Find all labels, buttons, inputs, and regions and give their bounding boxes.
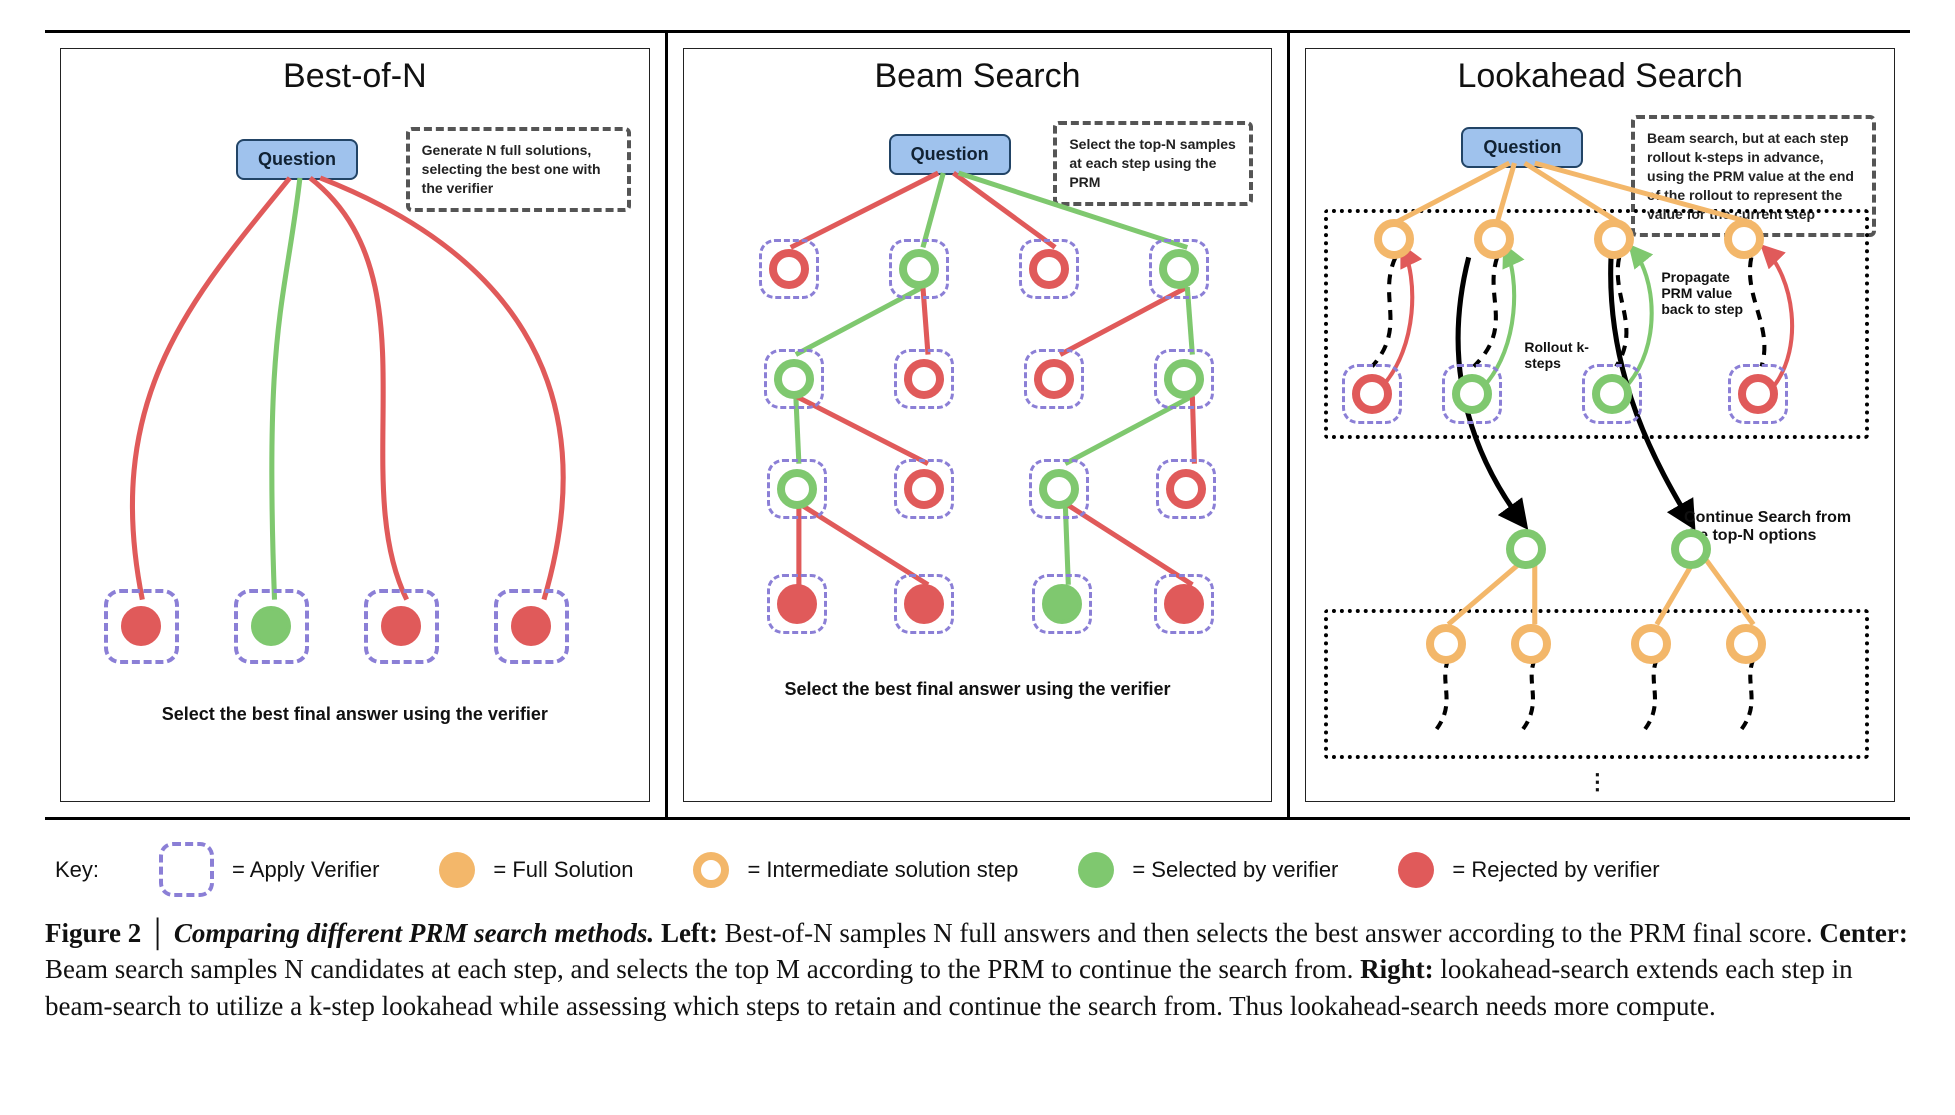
question-box: Question <box>1461 127 1583 168</box>
step-rejected-icon <box>1034 359 1074 399</box>
lookahead-panel: Lookahead Search Question Beam search, b… <box>1287 33 1910 817</box>
ellipsis: ⋮ <box>1586 769 1608 795</box>
step-rejected-icon <box>1166 469 1206 509</box>
rejected-icon <box>1398 852 1434 888</box>
beam-search-panel: Beam Search Question Select the top-N sa… <box>665 33 1288 817</box>
step-selected-icon <box>899 249 939 289</box>
best-of-n-title: Best-of-N <box>61 57 649 96</box>
center-label: Center: <box>1819 918 1907 948</box>
question-box: Question <box>889 134 1011 175</box>
beam-caption: Select the best final answer using the v… <box>684 679 1272 700</box>
question-box: Question <box>236 139 358 180</box>
center-text: Beam search samples N candidates at each… <box>45 954 1360 984</box>
best-of-n-note: Generate N full solutions, selecting the… <box>406 127 631 212</box>
solution-rejected-icon <box>381 606 421 646</box>
key-rejected: = Rejected by verifier <box>1452 857 1659 883</box>
step-selected-icon <box>1039 469 1079 509</box>
key-verifier: = Apply Verifier <box>232 857 379 883</box>
step-selected-icon <box>1164 359 1204 399</box>
figure-number: Figure 2 <box>45 918 141 948</box>
left-label: Left: <box>661 918 718 948</box>
legend: Key: = Apply Verifier = Full Solution = … <box>45 820 1910 905</box>
selected-icon <box>1078 852 1114 888</box>
step-rejected-icon <box>769 249 809 289</box>
step-selected-icon <box>1671 529 1711 569</box>
solution-selected-icon <box>251 606 291 646</box>
step-rejected-icon <box>904 359 944 399</box>
key-label: Key: <box>55 857 99 883</box>
figure-caption: Figure 2 │ Comparing different PRM searc… <box>45 915 1910 1024</box>
step-rejected-icon <box>904 469 944 509</box>
dotted-region <box>1324 609 1869 759</box>
step-selected-icon <box>1159 249 1199 289</box>
rollout-label: Rollout k-steps <box>1524 339 1594 371</box>
solution-selected-icon <box>1042 584 1082 624</box>
propagate-label: Propagate PRM value back to step <box>1661 269 1756 317</box>
lookahead-title: Lookahead Search <box>1306 57 1894 96</box>
solution-rejected-icon <box>1164 584 1204 624</box>
solution-rejected-icon <box>777 584 817 624</box>
step-selected-icon <box>774 359 814 399</box>
left-text: Best-of-N samples N full answers and the… <box>718 918 1819 948</box>
panels: Best-of-N Question Generate N full solut… <box>45 30 1910 820</box>
beam-note: Select the top-N samples at each step us… <box>1053 121 1253 206</box>
right-label: Right: <box>1360 954 1434 984</box>
key-intermediate: = Intermediate solution step <box>747 857 1018 883</box>
continue-label: Continue Search from the top-N options <box>1684 509 1869 545</box>
beam-title: Beam Search <box>684 57 1272 96</box>
step-selected-icon <box>1506 529 1546 569</box>
verifier-box-icon <box>159 842 214 897</box>
best-of-n-panel: Best-of-N Question Generate N full solut… <box>45 33 665 817</box>
solution-rejected-icon <box>511 606 551 646</box>
full-solution-icon <box>439 852 475 888</box>
solution-rejected-icon <box>904 584 944 624</box>
step-rejected-icon <box>1029 249 1069 289</box>
solution-rejected-icon <box>121 606 161 646</box>
step-selected-icon <box>777 469 817 509</box>
intermediate-icon <box>693 852 729 888</box>
best-of-n-caption: Select the best final answer using the v… <box>61 704 649 725</box>
key-full: = Full Solution <box>493 857 633 883</box>
key-selected: = Selected by verifier <box>1132 857 1338 883</box>
figure-title: Comparing different PRM search methods. <box>174 918 654 948</box>
